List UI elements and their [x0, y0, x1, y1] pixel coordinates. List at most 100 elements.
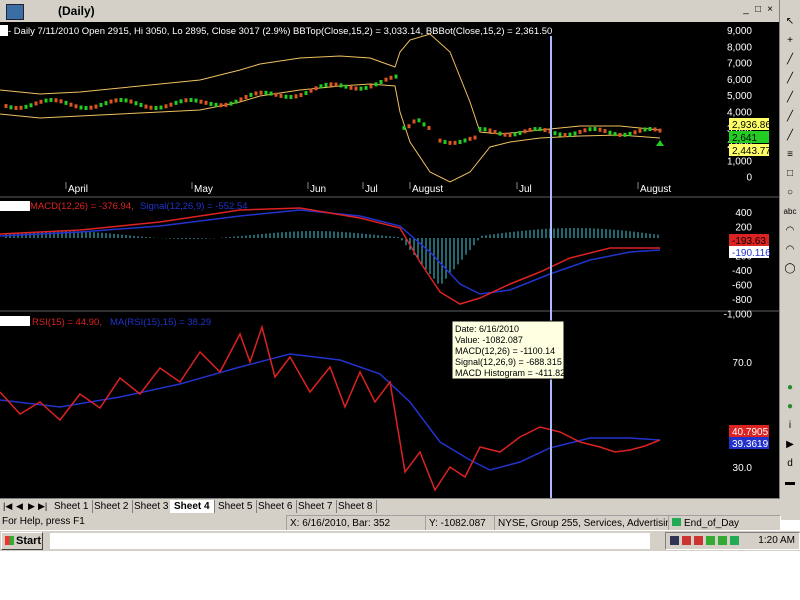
sheet-tab[interactable]: Sheet 1 [50, 500, 94, 513]
minimize-button[interactable]: _ [740, 4, 752, 16]
sheet-tab[interactable]: Sheet 8 [334, 500, 378, 513]
status-extra: End_of_Day [668, 515, 781, 531]
price-candle [563, 132, 567, 137]
rsi-ma-tag: 39.3619 [732, 439, 769, 450]
sheet-tab[interactable]: Sheet 6 [254, 500, 298, 513]
tray-icon[interactable] [706, 536, 715, 545]
price-candle [299, 93, 303, 98]
price-candle [154, 105, 158, 110]
month-label: August [640, 184, 671, 195]
pointer-icon[interactable]: ↖ [782, 14, 798, 30]
start-button[interactable]: Start [1, 532, 43, 550]
sheet-tab[interactable]: Sheet 7 [294, 500, 338, 513]
crosshair-icon[interactable]: + [782, 33, 798, 49]
chart-canvas[interactable]: - Daily 7/11/2010 Open 2915, Hi 3050, Lo… [0, 22, 780, 498]
month-label: Jul [365, 184, 378, 195]
price-candle [269, 91, 273, 96]
chart-area[interactable]: - Daily 7/11/2010 Open 2915, Hi 3050, Lo… [0, 22, 780, 498]
price-candle [19, 105, 23, 110]
indicator-tool-icon[interactable]: i [782, 418, 798, 434]
price-candle [284, 94, 288, 99]
prev-sheet-icon[interactable]: ◀ [16, 501, 23, 512]
price-candle [79, 105, 83, 110]
price-candle [394, 74, 398, 79]
ellipse-icon[interactable]: ○ [782, 185, 798, 201]
price-candle [164, 104, 168, 109]
arc-icon[interactable]: ◠ [782, 242, 798, 258]
price-candle [443, 140, 447, 145]
symbol-info: NYSE, Group 255, Services, Advertising [494, 515, 669, 531]
tray-icon[interactable] [682, 536, 691, 545]
price-candle [104, 101, 108, 106]
last-sheet-icon[interactable]: ▶| [38, 501, 47, 512]
indicator-tool-icon[interactable]: d [782, 456, 798, 472]
close-button[interactable]: × [764, 4, 776, 16]
price-candle [9, 105, 13, 110]
price-candle [658, 128, 662, 133]
price-candle [568, 132, 572, 137]
sheet-tab[interactable]: Sheet 2 [90, 500, 134, 513]
price-candle [129, 99, 133, 104]
price-candle [334, 82, 338, 87]
tooltip-line: MACD(12,26) = -1100.14 [455, 346, 555, 356]
text-icon[interactable]: abc [782, 204, 798, 220]
tray-icon[interactable] [694, 536, 703, 545]
rectangle-icon[interactable]: □ [782, 166, 798, 182]
sheet-tab[interactable]: Sheet 4 [170, 500, 215, 513]
price-candle [274, 92, 278, 97]
price-candle [254, 91, 258, 96]
price-candle [463, 138, 467, 143]
price-candle [139, 102, 143, 107]
price-candle [438, 138, 442, 143]
price-tag: 2,641 [732, 133, 757, 144]
price-axis-label: 6,000 [727, 75, 752, 86]
line-icon[interactable]: ╱ [782, 128, 798, 144]
tray-icon[interactable] [730, 536, 739, 545]
rsi-header-value: RSI(15) = 44.90, [32, 317, 102, 328]
arc-icon[interactable]: ◠ [782, 223, 798, 239]
price-candle [214, 102, 218, 107]
price-candle [34, 101, 38, 106]
indicator-tool-icon[interactable]: ● [782, 399, 798, 415]
price-candle [239, 97, 243, 102]
taskbar: Start 1:20 AM [0, 530, 800, 551]
price-axis-label: 8,000 [727, 42, 752, 53]
window-title: (Daily) [58, 4, 95, 18]
price-candle [64, 100, 68, 105]
next-sheet-icon[interactable]: ▶ [28, 501, 35, 512]
first-sheet-icon[interactable]: |◀ [3, 501, 12, 512]
line-icon[interactable]: ╱ [782, 71, 798, 87]
maximize-button[interactable]: □ [752, 4, 764, 16]
price-candle [379, 79, 383, 84]
tray-icon[interactable] [670, 536, 679, 545]
price-candle [543, 128, 547, 133]
line-icon[interactable]: ╱ [782, 52, 798, 68]
price-candle [518, 131, 522, 136]
indicator-tool-icon[interactable]: ● [782, 380, 798, 396]
indicator-tool-icon[interactable]: ▬ [782, 475, 798, 491]
line-icon[interactable]: ╱ [782, 90, 798, 106]
tray-icon[interactable] [718, 536, 727, 545]
price-candle [159, 105, 163, 110]
price-candle [503, 132, 507, 137]
price-candle [417, 118, 421, 123]
status-bar: For Help, press F1 X: 6/16/2010, Bar: 35… [0, 514, 781, 531]
price-candle [344, 84, 348, 89]
price-candle [304, 91, 308, 96]
price-candle [99, 102, 103, 107]
sheet-tab[interactable]: Sheet 5 [214, 500, 258, 513]
price-candle [613, 132, 617, 137]
price-candle [189, 98, 193, 103]
circle-icon[interactable]: ◯ [782, 261, 798, 277]
price-candle [69, 102, 73, 107]
price-candle [364, 85, 368, 90]
line-icon[interactable]: ╱ [782, 109, 798, 125]
fibonacci-icon[interactable]: ≡ [782, 147, 798, 163]
sheet-tab[interactable]: Sheet 3 [130, 500, 174, 513]
price-candle [513, 132, 517, 137]
price-candle [648, 127, 652, 132]
price-candle [89, 105, 93, 110]
month-label: April [68, 184, 88, 195]
price-candle [533, 127, 537, 132]
indicator-tool-icon[interactable]: ▶ [782, 437, 798, 453]
